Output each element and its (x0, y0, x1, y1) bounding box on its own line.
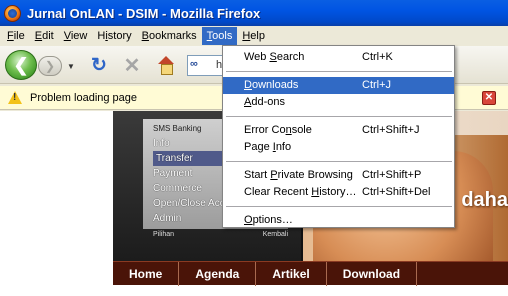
reload-button[interactable]: ↻ (88, 55, 110, 77)
phone-menu-row: Transfer (153, 151, 225, 166)
menu-bookmarks[interactable]: Bookmarks (137, 27, 202, 45)
back-button[interactable]: ❮ (5, 50, 37, 80)
forward-button[interactable]: ❯ (38, 56, 62, 76)
phone-menu-row: Payment (153, 168, 193, 179)
site-identity-icon[interactable]: ∞ (190, 58, 205, 73)
menu-separator (226, 116, 452, 117)
close-icon[interactable]: ✕ (482, 91, 496, 105)
page-margin (0, 111, 113, 296)
forward-arrow-icon: ❯ (44, 59, 56, 73)
site-nav-artikel[interactable]: Artikel (256, 261, 327, 286)
menu-item-options[interactable]: Options… (223, 212, 454, 229)
menu-separator (226, 206, 452, 207)
menu-item-private-browsing[interactable]: Start Private Browsing Ctrl+Shift+P (223, 167, 454, 184)
menu-history[interactable]: History (92, 27, 136, 45)
phone-menu: SMS Banking Info Transfer Payment Commer… (153, 121, 225, 226)
stop-icon: ✕ (123, 55, 141, 77)
warning-icon (8, 91, 22, 104)
phone-menu-header: SMS Banking (153, 124, 202, 133)
shortcut-label: Ctrl+Shift+Del (362, 186, 431, 198)
menu-help[interactable]: Help (237, 27, 270, 45)
shortcut-label: Ctrl+K (362, 51, 393, 63)
menu-tools[interactable]: Tools (201, 27, 238, 45)
stop-button[interactable]: ✕ (121, 55, 143, 77)
phone-menu-row: Admin (153, 213, 182, 224)
reload-icon: ↻ (91, 55, 107, 76)
shortcut-label: Ctrl+Shift+J (362, 124, 420, 136)
menu-separator (226, 161, 452, 162)
history-dropdown-button[interactable]: ▼ (64, 58, 78, 74)
back-arrow-icon: ❮ (13, 54, 29, 75)
menu-item-clear-history[interactable]: Clear Recent History… Ctrl+Shift+Del (223, 184, 454, 201)
title-bar: Jurnal OnLAN - DSIM - Mozilla Firefox (0, 0, 508, 26)
softkey-left: Pilihan (153, 231, 175, 238)
menu-file[interactable]: File (2, 27, 30, 45)
menu-item-page-info[interactable]: Page Info (223, 139, 454, 156)
site-nav-download[interactable]: Download (327, 261, 418, 286)
url-bar[interactable]: ∞ h (187, 55, 227, 76)
home-button[interactable] (156, 56, 176, 76)
shortcut-label: Ctrl+J (362, 79, 392, 91)
notification-message: Problem loading page (30, 91, 138, 104)
chevron-down-icon: ▼ (67, 61, 75, 71)
phone-menu-row: Commerce (153, 183, 202, 194)
banner-text: daha (461, 189, 508, 211)
phone-softkeys: Pilihan Kembali (153, 231, 288, 238)
firefox-logo-icon (4, 4, 21, 22)
site-nav-agenda[interactable]: Agenda (179, 261, 257, 286)
tools-menu: Web Search Ctrl+K Downloads Ctrl+J Add-ons… (222, 45, 455, 228)
menu-bar: File Edit View History Bookmarks Tools H… (0, 26, 508, 46)
menu-item-error-console[interactable]: Error Console Ctrl+Shift+J (223, 122, 454, 139)
phone-menu-row: Info (153, 138, 170, 149)
site-nav-home[interactable]: Home (113, 261, 180, 286)
menu-view[interactable]: View (59, 27, 93, 45)
softkey-right: Kembali (262, 231, 288, 238)
menu-separator (226, 71, 452, 72)
menu-item-downloads[interactable]: Downloads Ctrl+J (223, 77, 454, 94)
window-title: Jurnal OnLAN - DSIM - Mozilla Firefox (27, 5, 261, 21)
menu-item-add-ons[interactable]: Add-ons (223, 94, 454, 111)
menu-item-web-search[interactable]: Web Search Ctrl+K (223, 49, 454, 66)
shortcut-label: Ctrl+Shift+P (362, 169, 422, 181)
site-navigation: Home Agenda Artikel Download (113, 261, 508, 286)
phone-menu-row: Open/Close Acc (153, 198, 225, 209)
menu-edit[interactable]: Edit (30, 27, 59, 45)
